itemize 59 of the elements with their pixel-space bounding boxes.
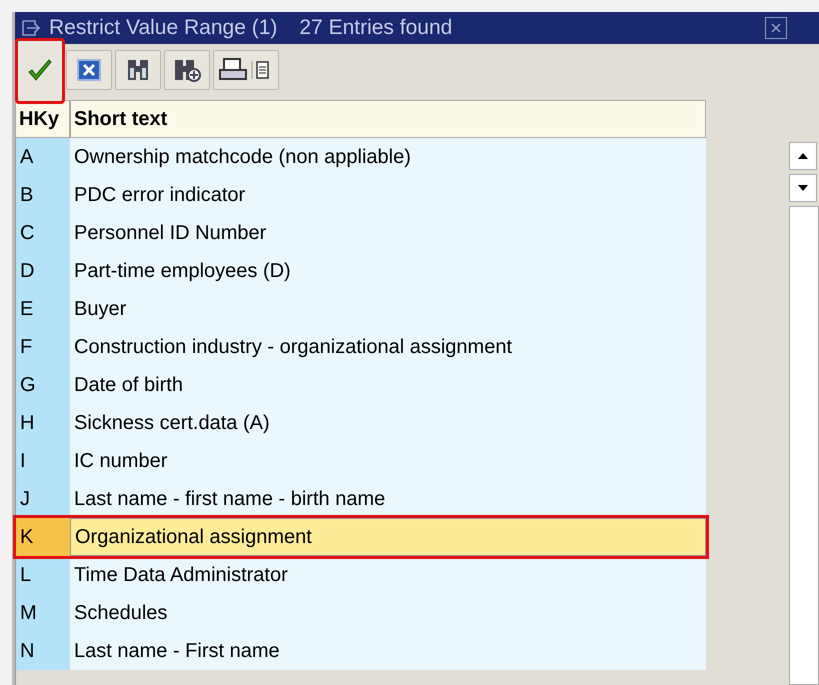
list-row[interactable]: G Date of birth xyxy=(16,366,706,404)
list-row[interactable]: H Sickness cert.data (A) xyxy=(16,404,706,442)
confirm-button[interactable] xyxy=(17,40,63,102)
text-cell: Sickness cert.data (A) xyxy=(70,404,706,442)
key-cell: H xyxy=(16,404,70,442)
entries-count: 27 Entries found xyxy=(299,16,452,40)
text-cell: Personnel ID Number xyxy=(70,214,706,252)
key-cell: A xyxy=(16,138,70,176)
cancel-icon xyxy=(75,57,103,83)
key-cell: J xyxy=(16,480,70,518)
key-cell: K xyxy=(16,518,70,556)
column-header[interactable]: Short text xyxy=(70,100,706,138)
down-arrow-icon xyxy=(797,184,810,192)
text-cell: Last name - first name - birth name xyxy=(70,480,706,518)
list-row[interactable]: J Last name - first name - birth name xyxy=(16,480,706,518)
scroll-down-button[interactable] xyxy=(789,174,818,202)
list-row[interactable]: I IC number xyxy=(16,442,706,480)
column-header[interactable]: HKy xyxy=(15,100,70,138)
print-button[interactable] xyxy=(213,50,279,90)
list-row[interactable]: M Schedules xyxy=(16,594,706,632)
window-icon xyxy=(21,18,43,38)
list-row[interactable]: N Last name - First name xyxy=(16,632,706,670)
list-row[interactable]: B PDC error indicator xyxy=(16,176,706,214)
key-cell: D xyxy=(16,252,70,290)
list-row[interactable]: D Part-time employees (D) xyxy=(16,252,706,290)
list-row[interactable]: F Construction industry - organizational assignment xyxy=(16,328,706,366)
text-cell: PDC error indicator xyxy=(70,176,706,214)
key-cell: L xyxy=(16,556,70,594)
text-cell: Part-time employees (D) xyxy=(70,252,706,290)
up-arrow-icon xyxy=(797,152,810,160)
close-button[interactable] xyxy=(765,17,787,39)
list-row[interactable]: L Time Data Administrator xyxy=(16,556,706,594)
key-cell: C xyxy=(16,214,70,252)
text-cell: IC number xyxy=(70,442,706,480)
key-cell: G xyxy=(16,366,70,404)
list-row[interactable]: A Ownership matchcode (non appliable) xyxy=(16,138,706,176)
binoculars-plus-icon xyxy=(173,57,201,83)
text-cell: Construction industry - organizational assignment xyxy=(70,328,706,366)
text-cell: Date of birth xyxy=(70,366,706,404)
list-row[interactable]: C Personnel ID Number xyxy=(16,214,706,252)
text-cell: Last name - First name xyxy=(70,632,706,670)
text-cell: Time Data Administrator xyxy=(70,556,706,594)
key-cell: M xyxy=(16,594,70,632)
window-title: Restrict Value Range (1) xyxy=(49,16,278,40)
list-row[interactable]: E Buyer xyxy=(16,290,706,328)
cancel-button[interactable] xyxy=(66,50,112,90)
key-cell: I xyxy=(16,442,70,480)
key-cell: B xyxy=(16,176,70,214)
text-cell: Ownership matchcode (non appliable) xyxy=(70,138,706,176)
list-row[interactable]: K Organizational assignment xyxy=(16,518,706,556)
text-cell: Buyer xyxy=(70,290,706,328)
key-cell: N xyxy=(16,632,70,670)
scroll-up-button[interactable] xyxy=(789,142,818,170)
find-button[interactable] xyxy=(115,50,161,90)
key-cell: E xyxy=(16,290,70,328)
text-cell: Organizational assignment xyxy=(70,518,706,556)
key-cell: F xyxy=(16,328,70,366)
find-next-button[interactable] xyxy=(164,50,210,90)
text-cell: Schedules xyxy=(70,594,706,632)
